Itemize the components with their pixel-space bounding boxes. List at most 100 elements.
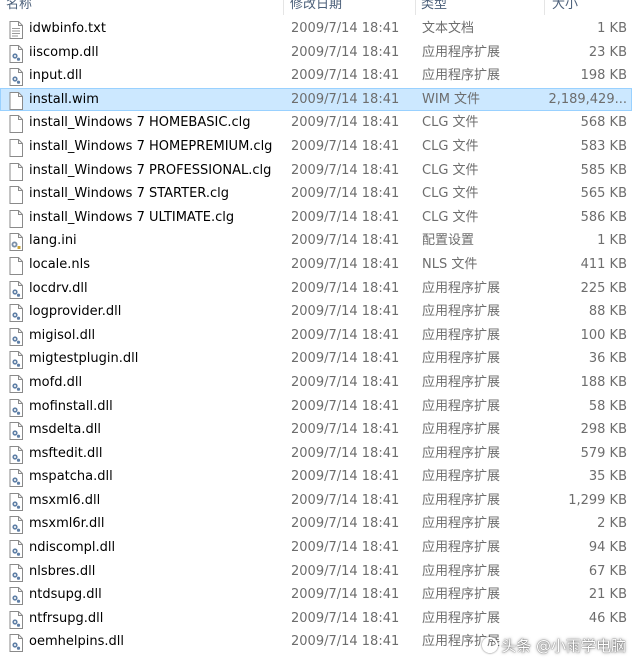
file-type: 应用程序扩展 xyxy=(422,327,501,343)
file-type: 应用程序扩展 xyxy=(422,445,501,461)
file-size: 35 KB xyxy=(588,469,627,485)
file-type: WIM 文件 xyxy=(422,91,481,107)
file-type: 应用程序扩展 xyxy=(422,610,501,626)
ini-file-icon xyxy=(8,233,24,252)
file-row[interactable]: install_Windows 7 PROFESSIONAL.clg 2009/7… xyxy=(0,159,632,183)
file-type: 应用程序扩展 xyxy=(422,469,501,485)
file-type: 文本文档 xyxy=(422,21,475,36)
file-size: 579 KB xyxy=(580,445,627,461)
file-type: 应用程序扩展 xyxy=(422,587,501,603)
file-modified-date: 2009/7/14 18:41 xyxy=(291,209,400,225)
file-modified-date: 2009/7/14 18:41 xyxy=(291,610,400,626)
column-header-size[interactable]: 大小 xyxy=(552,0,578,14)
file-modified-date: 2009/7/14 18:41 xyxy=(291,469,400,485)
file-type: CLG 文件 xyxy=(422,115,479,131)
file-row[interactable]: logprovider.dll 2009/7/14 18:41 应用程序扩展 88 K… xyxy=(0,300,632,324)
file-type: 应用程序扩展 xyxy=(422,563,501,579)
file-row[interactable]: iiscomp.dll 2009/7/14 18:41 应用程序扩展 23 KB xyxy=(0,41,632,65)
column-header-type[interactable]: 类型 xyxy=(421,0,447,14)
file-size: 586 KB xyxy=(580,209,627,225)
column-divider[interactable] xyxy=(415,0,416,15)
file-modified-date: 2009/7/14 18:41 xyxy=(291,634,400,650)
file-modified-date: 2009/7/14 18:41 xyxy=(291,44,400,60)
file-row[interactable]: install_Windows 7 HOMEPREMIUM.clg 2009/7/… xyxy=(0,135,632,159)
dll-file-icon xyxy=(8,304,24,323)
file-row[interactable]: migtestplugin.dll 2009/7/14 18:41 应用程序扩展 36… xyxy=(0,347,632,371)
dll-file-icon xyxy=(8,44,24,63)
file-row[interactable]: ntfrsupg.dll 2009/7/14 18:41 应用程序扩展 46 KB xyxy=(0,607,632,631)
dll-file-icon xyxy=(8,634,24,653)
file-name: oemhelpins.dll xyxy=(29,634,124,650)
file-size: 585 KB xyxy=(580,162,627,178)
file-name: install_Windows 7 STARTER.clg xyxy=(29,186,230,202)
file-type: CLG 文件 xyxy=(422,162,479,178)
column-divider[interactable] xyxy=(283,0,284,15)
column-header-date[interactable]: 修改日期 xyxy=(290,0,342,14)
column-header-name[interactable]: 名称 xyxy=(6,0,32,14)
file-row[interactable]: install.wim 2009/7/14 18:41 WIM 文件 2,189,42… xyxy=(0,87,632,112)
file-modified-date: 2009/7/14 18:41 xyxy=(291,540,400,556)
file-row[interactable]: lang.ini 2009/7/14 18:41 配置设置 1 KB xyxy=(0,229,632,253)
file-name: msftedit.dll xyxy=(29,445,103,461)
file-size: 36 KB xyxy=(588,351,627,367)
column-divider[interactable] xyxy=(544,0,545,15)
file-size: 188 KB xyxy=(580,374,627,390)
file-size: 100 KB xyxy=(580,327,627,343)
file-size: 88 KB xyxy=(588,304,627,320)
dll-file-icon xyxy=(8,516,24,535)
file-type: 应用程序扩展 xyxy=(422,351,501,367)
file-size: 1 KB xyxy=(597,233,627,249)
file-row[interactable]: install_Windows 7 ULTIMATE.clg 2009/7/14 … xyxy=(0,206,632,230)
file-type: NLS 文件 xyxy=(422,256,478,272)
file-row[interactable]: msxml6.dll 2009/7/14 18:41 应用程序扩展 1,299 KB xyxy=(0,489,632,513)
blank-file-icon xyxy=(8,186,24,205)
dll-file-icon xyxy=(8,68,24,87)
file-name: mspatcha.dll xyxy=(29,469,113,485)
file-name: install_Windows 7 HOMEBASIC.clg xyxy=(29,115,251,131)
file-row[interactable]: ntdsupg.dll 2009/7/14 18:41 应用程序扩展 21 KB xyxy=(0,583,632,607)
file-type: 应用程序扩展 xyxy=(422,374,501,390)
file-row[interactable]: idwbinfo.txt 2009/7/14 18:41 文本文档 1 KB xyxy=(0,17,632,41)
file-size: 1,299 KB xyxy=(568,492,627,508)
file-modified-date: 2009/7/14 18:41 xyxy=(291,587,400,603)
file-name: logprovider.dll xyxy=(29,304,122,320)
file-size: 411 KB xyxy=(580,256,627,272)
file-row[interactable]: ndiscompl.dll 2009/7/14 18:41 应用程序扩展 94 KB xyxy=(0,536,632,560)
file-type: 应用程序扩展 xyxy=(422,398,501,414)
file-modified-date: 2009/7/14 18:41 xyxy=(291,516,400,532)
file-row[interactable]: mofinstall.dll 2009/7/14 18:41 应用程序扩展 58 KB xyxy=(0,395,632,419)
file-modified-date: 2009/7/14 18:41 xyxy=(291,91,400,107)
file-row[interactable]: msftedit.dll 2009/7/14 18:41 应用程序扩展 579 KB xyxy=(0,442,632,466)
file-modified-date: 2009/7/14 18:41 xyxy=(291,233,400,249)
file-name: nlsbres.dll xyxy=(29,563,96,579)
file-row[interactable]: msxml6r.dll 2009/7/14 18:41 应用程序扩展 2 KB xyxy=(0,512,632,536)
file-row[interactable]: mspatcha.dll 2009/7/14 18:41 应用程序扩展 35 KB xyxy=(0,465,632,489)
file-size: 568 KB xyxy=(580,115,627,131)
file-row[interactable]: install_Windows 7 STARTER.clg 2009/7/14 1… xyxy=(0,182,632,206)
file-name: msdelta.dll xyxy=(29,422,101,438)
file-name: ntfrsupg.dll xyxy=(29,610,104,626)
watermark: 头条 @小雨学电脑 xyxy=(482,631,626,659)
file-row[interactable]: mofd.dll 2009/7/14 18:41 应用程序扩展 188 KB xyxy=(0,371,632,395)
file-modified-date: 2009/7/14 18:41 xyxy=(291,186,400,202)
dll-file-icon xyxy=(8,587,24,606)
dll-file-icon xyxy=(8,540,24,559)
file-list: idwbinfo.txt 2009/7/14 18:41 文本文档 1 KB iisco… xyxy=(0,17,640,654)
file-row[interactable]: locdrv.dll 2009/7/14 18:41 应用程序扩展 225 KB xyxy=(0,277,632,301)
file-name: migtestplugin.dll xyxy=(29,351,139,367)
file-row[interactable]: nlsbres.dll 2009/7/14 18:41 应用程序扩展 67 KB xyxy=(0,560,632,584)
file-size: 21 KB xyxy=(588,587,627,603)
file-row[interactable]: locale.nls 2009/7/14 18:41 NLS 文件 411 KB xyxy=(0,253,632,277)
file-modified-date: 2009/7/14 18:41 xyxy=(291,162,400,178)
file-row[interactable]: migisol.dll 2009/7/14 18:41 应用程序扩展 100 KB xyxy=(0,324,632,348)
watermark-logo-icon xyxy=(482,637,499,653)
dll-file-icon xyxy=(8,374,24,393)
blank-file-icon xyxy=(8,162,24,181)
file-row[interactable]: msdelta.dll 2009/7/14 18:41 应用程序扩展 298 KB xyxy=(0,418,632,442)
file-row[interactable]: install_Windows 7 HOMEBASIC.clg 2009/7/14… xyxy=(0,111,632,135)
file-modified-date: 2009/7/14 18:41 xyxy=(291,398,400,414)
file-row[interactable]: input.dll 2009/7/14 18:41 应用程序扩展 198 KB xyxy=(0,64,632,88)
file-name: ndiscompl.dll xyxy=(29,540,116,556)
dll-file-icon xyxy=(8,445,24,464)
file-size: 94 KB xyxy=(588,540,627,556)
